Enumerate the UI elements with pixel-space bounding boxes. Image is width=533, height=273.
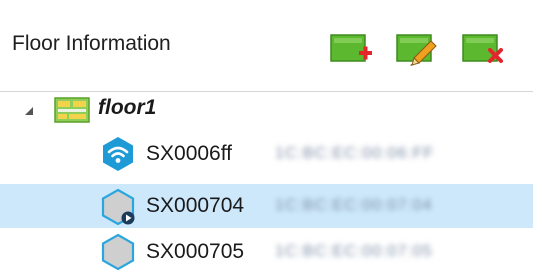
tree-node-device[interactable]: SX000705 1C:BC:EC:00:07:05 <box>0 230 533 273</box>
device-id-blurred: 1C:BC:EC:00:07:05 <box>275 243 433 260</box>
floor-information-panel: Floor Information floor1 SX0006ff 1C:BC:… <box>0 0 533 273</box>
panel-title: Floor Information <box>12 32 171 55</box>
floor-label: floor1 <box>98 96 157 119</box>
device-id-blurred: 1C:BC:EC:00:07:04 <box>275 197 433 214</box>
tree-node-device-selected[interactable]: SX000704 1C:BC:EC:00:07:04 <box>0 184 533 228</box>
hex-icon <box>101 233 135 271</box>
tree-node-floor[interactable]: floor1 <box>0 90 533 130</box>
device-id-blurred: 1C:BC:EC:00:06:FF <box>275 145 435 162</box>
tree-node-device[interactable]: SX0006ff 1C:BC:EC:00:06:FF <box>0 132 533 176</box>
add-icon <box>330 34 372 62</box>
expand-collapse-icon[interactable] <box>22 104 36 118</box>
hex-play-icon <box>101 188 135 226</box>
delete-x-icon <box>462 34 503 63</box>
floor-plan-icon <box>54 97 90 123</box>
device-label: SX000705 <box>146 240 245 263</box>
edit-floor-button[interactable] <box>394 28 440 70</box>
device-label: SX000704 <box>146 194 245 217</box>
add-floor-button[interactable] <box>328 28 374 70</box>
pencil-icon <box>396 34 437 66</box>
device-label: SX0006ff <box>146 142 233 165</box>
delete-floor-button[interactable] <box>460 28 506 70</box>
panel-header: Floor Information <box>0 0 533 92</box>
wifi-hex-icon <box>103 137 133 171</box>
